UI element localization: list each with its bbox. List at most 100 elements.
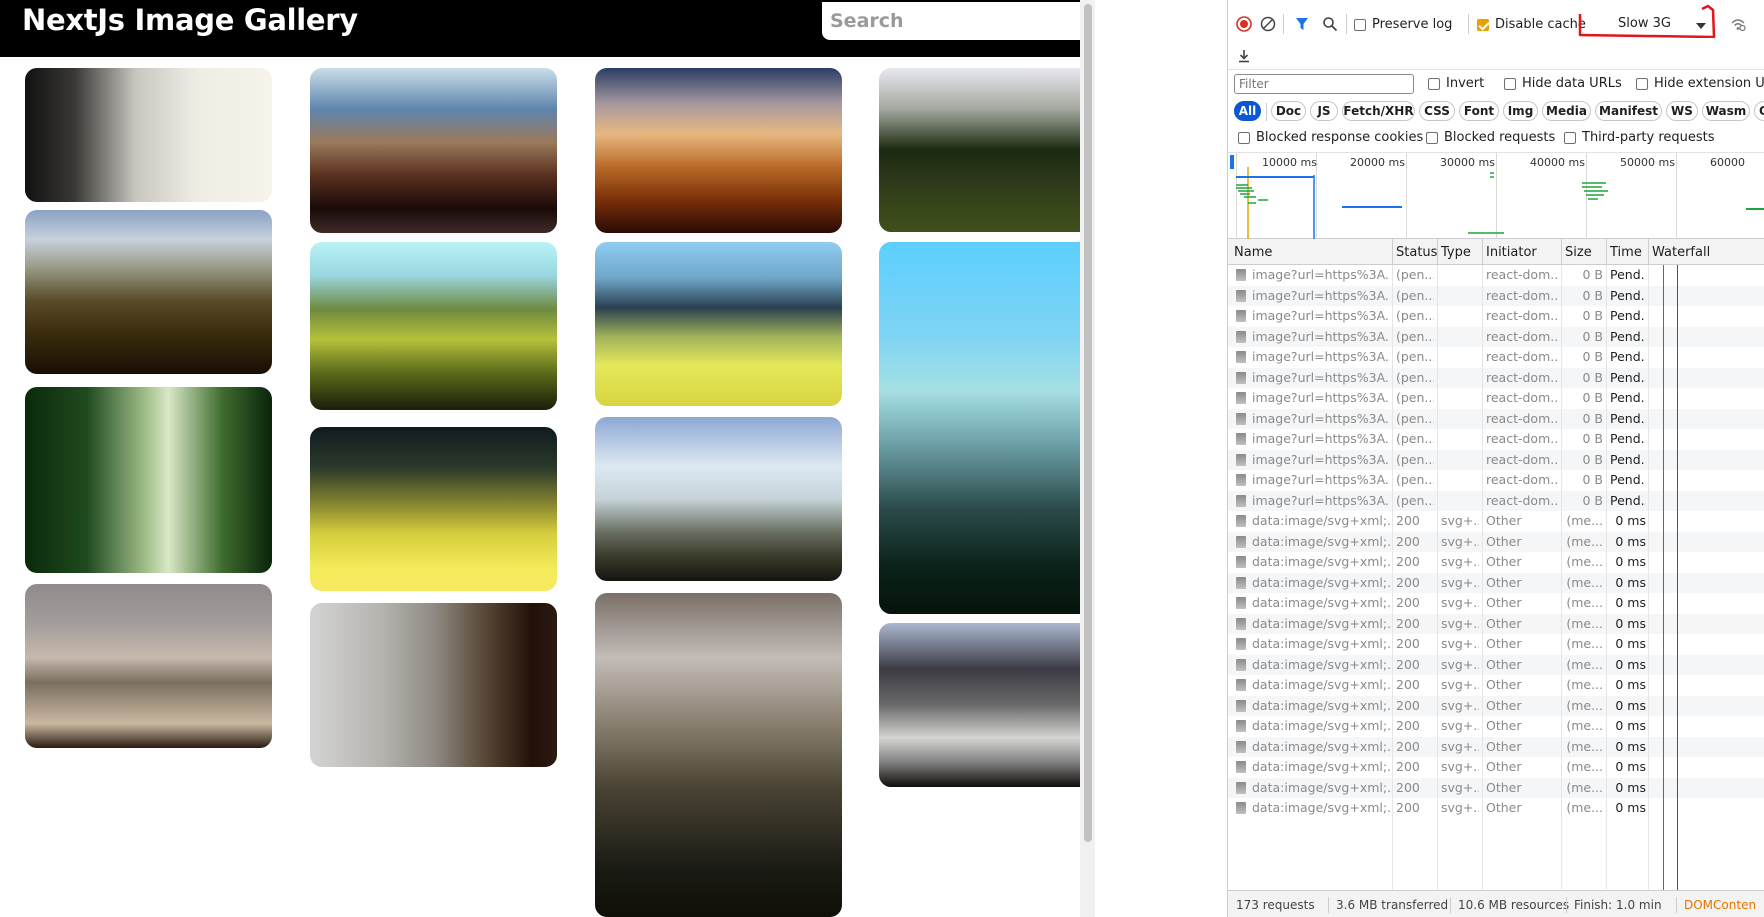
gallery-image[interactable] [879, 68, 1080, 232]
gallery-image[interactable] [310, 68, 557, 233]
gallery-image[interactable] [310, 603, 557, 767]
stop-recording-icon[interactable] [1234, 14, 1254, 34]
network-overview[interactable]: 10000 ms 20000 ms 30000 ms 40000 ms 5000… [1228, 153, 1764, 239]
gallery-image[interactable] [879, 623, 1080, 787]
request-row[interactable]: data:image/svg+xml;... 200 svg+... Other (me… [1228, 572, 1764, 593]
image-icon [1236, 269, 1246, 281]
row-status: (pen... [1396, 431, 1434, 446]
request-row[interactable]: data:image/svg+xml;... 200 svg+... Other (me… [1228, 695, 1764, 716]
request-row[interactable]: data:image/svg+xml;... 200 svg+... Other (me… [1228, 757, 1764, 778]
request-row[interactable]: data:image/svg+xml;... 200 svg+... Other (me… [1228, 736, 1764, 757]
row-time: 0 ms [1615, 615, 1646, 631]
type-filter-js[interactable]: JS [1310, 101, 1338, 121]
download-icon[interactable] [1234, 46, 1254, 66]
request-row[interactable]: image?url=https%3A... (pen... react-dom...… [1228, 285, 1764, 306]
request-row[interactable]: data:image/svg+xml;... 200 svg+... Other (me… [1228, 716, 1764, 737]
gallery-image[interactable] [310, 242, 557, 410]
row-type: svg+... [1441, 554, 1479, 569]
column-divider[interactable] [1606, 239, 1607, 265]
row-initiator: react-dom... [1486, 390, 1558, 405]
request-row[interactable]: image?url=https%3A... (pen... react-dom...… [1228, 449, 1764, 470]
column-divider[interactable] [1648, 239, 1649, 265]
filter-input[interactable] [1234, 74, 1414, 94]
network-conditions-icon[interactable] [1728, 14, 1748, 34]
request-row[interactable]: image?url=https%3A... (pen... react-dom...… [1228, 326, 1764, 347]
request-row[interactable]: data:image/svg+xml;... 200 svg+... Other (me… [1228, 675, 1764, 696]
request-row[interactable]: data:image/svg+xml;... 200 svg+... Other (me… [1228, 654, 1764, 675]
request-row[interactable]: data:image/svg+xml;... 200 svg+... Other (me… [1228, 634, 1764, 655]
request-row[interactable]: image?url=https%3A... (pen... react-dom...… [1228, 490, 1764, 511]
gallery-image[interactable] [310, 427, 557, 591]
gallery-image[interactable] [25, 210, 272, 374]
request-row[interactable]: image?url=https%3A... (pen... react-dom...… [1228, 265, 1764, 286]
blocked-response-cookies-checkbox[interactable] [1238, 132, 1250, 144]
type-filter-manifest[interactable]: Manifest [1595, 101, 1662, 121]
column-initiator-header[interactable]: Initiator [1486, 245, 1537, 260]
column-divider[interactable] [1482, 239, 1483, 265]
preserve-log-label: Preserve log [1372, 17, 1453, 32]
hide-extension-urls-checkbox[interactable] [1636, 78, 1648, 90]
column-type-header[interactable]: Type [1441, 245, 1471, 260]
third-party-requests-checkbox[interactable] [1564, 132, 1576, 144]
preserve-log-checkbox[interactable] [1354, 19, 1366, 31]
gallery-image[interactable] [879, 242, 1080, 614]
type-filter-css[interactable]: CSS [1419, 101, 1455, 121]
filter-bar: Invert Hide data URLs Hide extension URL [1228, 70, 1764, 100]
column-time-header[interactable]: Time [1610, 245, 1642, 260]
request-row[interactable]: data:image/svg+xml;... 200 svg+... Other (me… [1228, 777, 1764, 798]
request-row[interactable]: image?url=https%3A... (pen... react-dom...… [1228, 408, 1764, 429]
request-row[interactable]: image?url=https%3A... (pen... react-dom...… [1228, 347, 1764, 368]
search-icon[interactable] [1320, 14, 1340, 34]
request-row[interactable]: data:image/svg+xml;... 200 svg+... Other (me… [1228, 798, 1764, 819]
clear-icon[interactable] [1258, 14, 1278, 34]
request-row[interactable]: image?url=https%3A... (pen... react-dom...… [1228, 367, 1764, 388]
type-filter-all[interactable]: All [1234, 101, 1261, 121]
image-icon [1236, 351, 1246, 363]
gallery-scrollbar-thumb[interactable] [1084, 4, 1092, 842]
toolbar-divider [1266, 103, 1267, 121]
gallery-image[interactable] [595, 593, 842, 917]
type-filter-font[interactable]: Font [1459, 101, 1499, 121]
type-filter-fetch-xhr[interactable]: Fetch/XHR [1342, 101, 1415, 121]
request-row[interactable]: image?url=https%3A... (pen... react-dom...… [1228, 388, 1764, 409]
gallery-image[interactable] [25, 387, 272, 573]
invert-checkbox[interactable] [1428, 78, 1440, 90]
type-filter-media[interactable]: Media [1542, 101, 1591, 121]
request-table-header: Name Status Type Initiator Size Time Wat… [1228, 239, 1764, 265]
blocked-filters: Blocked response cookies Blocked request… [1228, 125, 1764, 153]
filter-icon[interactable] [1292, 14, 1312, 34]
column-divider[interactable] [1561, 239, 1562, 265]
type-filter-other[interactable]: Oth [1754, 101, 1764, 121]
disable-cache-checkbox[interactable] [1477, 19, 1489, 31]
request-row[interactable]: image?url=https%3A... (pen... react-dom...… [1228, 429, 1764, 450]
request-row[interactable]: image?url=https%3A... (pen... react-dom...… [1228, 470, 1764, 491]
row-size: (me... [1566, 697, 1603, 713]
type-filter-wasm[interactable]: Wasm [1702, 101, 1750, 121]
gallery-image[interactable] [595, 68, 842, 233]
column-divider[interactable] [1437, 239, 1438, 265]
column-waterfall-header[interactable]: Waterfall [1652, 245, 1710, 260]
request-row[interactable]: data:image/svg+xml;... 200 svg+... Other (me… [1228, 613, 1764, 634]
type-filter-ws[interactable]: WS [1666, 101, 1698, 121]
gallery-image[interactable] [25, 68, 272, 202]
request-row[interactable]: data:image/svg+xml;... 200 svg+... Other (me… [1228, 593, 1764, 614]
search-input[interactable] [822, 2, 1080, 40]
hide-data-urls-checkbox[interactable] [1504, 78, 1516, 90]
request-row[interactable]: data:image/svg+xml;... 200 svg+... Other (me… [1228, 531, 1764, 552]
row-size: (me... [1566, 574, 1603, 590]
image-icon [1236, 802, 1246, 814]
column-name-header[interactable]: Name [1234, 245, 1272, 260]
gallery-image[interactable] [595, 242, 842, 406]
gallery-image[interactable] [595, 417, 842, 581]
request-row[interactable]: data:image/svg+xml;... 200 svg+... Other (me… [1228, 511, 1764, 532]
column-status-header[interactable]: Status [1396, 245, 1437, 260]
blocked-requests-checkbox[interactable] [1426, 132, 1438, 144]
type-filter-img[interactable]: Img [1503, 101, 1538, 121]
request-row[interactable]: data:image/svg+xml;... 200 svg+... Other (me… [1228, 552, 1764, 573]
row-status: (pen... [1396, 328, 1434, 344]
request-row[interactable]: image?url=https%3A... (pen... react-dom...… [1228, 306, 1764, 327]
type-filter-doc[interactable]: Doc [1271, 101, 1306, 121]
column-size-header[interactable]: Size [1565, 245, 1592, 260]
column-divider[interactable] [1392, 239, 1393, 265]
gallery-image[interactable] [25, 584, 272, 748]
